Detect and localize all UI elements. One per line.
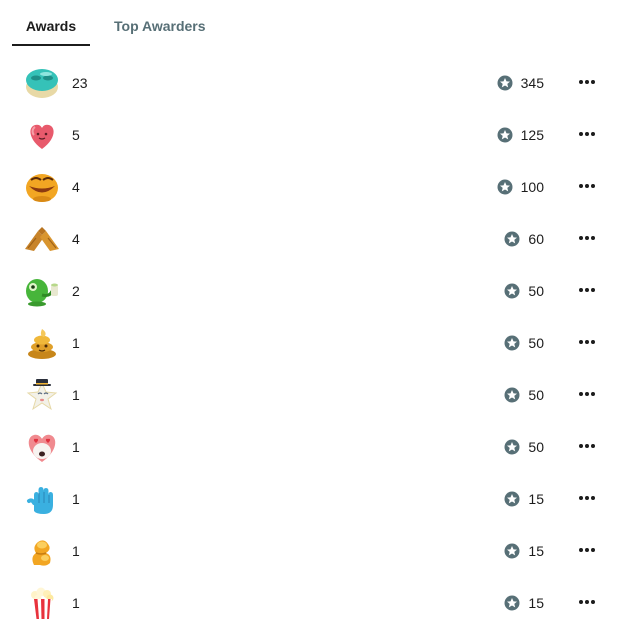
award-price: 15 <box>504 542 544 560</box>
award-price: 50 <box>504 386 544 404</box>
coin-icon <box>504 231 520 247</box>
award-price-value: 50 <box>528 283 544 299</box>
award-price: 60 <box>504 230 544 248</box>
award-count: 1 <box>72 543 80 559</box>
award-price-value: 50 <box>528 387 544 403</box>
more-options-button[interactable] <box>576 176 598 196</box>
award-row: 1 15 <box>0 576 626 628</box>
award-price: 50 <box>504 282 544 300</box>
more-options-button[interactable] <box>576 280 598 300</box>
award-count: 1 <box>72 335 80 351</box>
award-count: 2 <box>72 283 80 299</box>
heart-eyes-icon <box>22 429 62 465</box>
coin-icon <box>504 543 520 559</box>
blue-hand-icon <box>22 481 62 517</box>
award-price: 50 <box>504 334 544 352</box>
more-options-button[interactable] <box>576 488 598 508</box>
gold-flex-icon <box>22 533 62 569</box>
award-row: 23 345 <box>0 56 626 108</box>
coin-icon <box>504 335 520 351</box>
wholesome-heart-icon <box>22 117 62 153</box>
award-count: 4 <box>72 179 80 195</box>
laughing-face-icon <box>22 169 62 205</box>
green-creature-icon <box>22 273 62 309</box>
award-row: 5 125 <box>0 108 626 160</box>
tab-awards[interactable]: Awards <box>12 0 90 46</box>
sleepy-blob-icon <box>22 65 62 101</box>
award-row: 2 50 <box>0 264 626 316</box>
award-count: 1 <box>72 595 80 611</box>
award-price: 345 <box>497 74 544 92</box>
star-gentleman-icon <box>22 377 62 413</box>
award-price: 50 <box>504 438 544 456</box>
coin-icon <box>504 595 520 611</box>
award-count: 5 <box>72 127 80 143</box>
coin-icon <box>504 283 520 299</box>
award-price-value: 345 <box>520 75 544 91</box>
more-options-button[interactable] <box>576 332 598 352</box>
award-row: 4 100 <box>0 160 626 212</box>
award-row: 4 60 <box>0 212 626 264</box>
coin-icon <box>497 179 513 195</box>
award-price: 15 <box>504 490 544 508</box>
coin-icon <box>504 439 520 455</box>
award-row: 1 50 <box>0 420 626 472</box>
coin-icon <box>504 491 520 507</box>
more-options-button[interactable] <box>576 592 598 612</box>
more-options-button[interactable] <box>576 436 598 456</box>
more-options-button[interactable] <box>576 540 598 560</box>
clapping-hands-icon <box>22 221 62 257</box>
more-options-button[interactable] <box>576 124 598 144</box>
coin-icon <box>497 75 513 91</box>
popcorn-icon <box>22 585 62 621</box>
award-price: 125 <box>497 126 544 144</box>
award-count: 1 <box>72 387 80 403</box>
award-count: 1 <box>72 491 80 507</box>
more-options-button[interactable] <box>576 228 598 248</box>
awards-list: 23 345 5 125 4 100 4 60 2 50 1 50 1 50 1… <box>0 56 626 628</box>
award-price: 15 <box>504 594 544 612</box>
award-row: 1 50 <box>0 316 626 368</box>
award-price-value: 100 <box>520 179 544 195</box>
award-row: 1 15 <box>0 472 626 524</box>
tab-bar: Awards Top Awarders <box>0 0 626 46</box>
award-price-value: 15 <box>528 543 544 559</box>
award-count: 23 <box>72 75 88 91</box>
award-price-value: 15 <box>528 491 544 507</box>
award-price: 100 <box>497 178 544 196</box>
golden-poop-icon <box>22 325 62 361</box>
award-price-value: 50 <box>528 439 544 455</box>
award-price-value: 50 <box>528 335 544 351</box>
award-price-value: 60 <box>528 231 544 247</box>
coin-icon <box>504 387 520 403</box>
award-count: 4 <box>72 231 80 247</box>
award-count: 1 <box>72 439 80 455</box>
tab-top-awarders[interactable]: Top Awarders <box>114 0 206 36</box>
award-row: 1 15 <box>0 524 626 576</box>
more-options-button[interactable] <box>576 384 598 404</box>
award-price-value: 15 <box>528 595 544 611</box>
award-price-value: 125 <box>520 127 544 143</box>
coin-icon <box>497 127 513 143</box>
more-options-button[interactable] <box>576 72 598 92</box>
award-row: 1 50 <box>0 368 626 420</box>
